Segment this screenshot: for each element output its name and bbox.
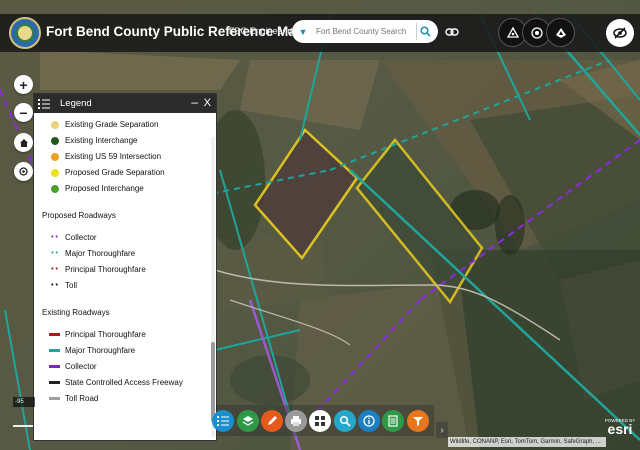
dash-symbol: • • [51, 250, 58, 257]
search-input[interactable] [316, 27, 416, 36]
legend-panel: Legend – X Existing Grade Separation Exi… [33, 93, 217, 441]
legend-item: • • Collector [49, 233, 97, 242]
zoom-out-icon: − [19, 104, 28, 121]
home-button[interactable] [14, 133, 33, 152]
search-icon [420, 26, 431, 37]
home-icon [19, 138, 28, 147]
layers-widget-button[interactable] [237, 410, 259, 432]
proposed-roadways-heading: Proposed Roadways [42, 211, 116, 220]
line-symbol [49, 365, 60, 368]
point-symbol [50, 184, 59, 193]
scrollbar-thumb[interactable] [211, 342, 215, 422]
dash-symbol: • • [51, 282, 58, 289]
edit-icon [268, 416, 277, 425]
legend-item: Existing Grade Separation [49, 120, 158, 129]
legend-item: Existing US 59 Intersection [49, 152, 161, 161]
zoom-in-button[interactable]: + [14, 75, 33, 94]
point-symbol [50, 168, 59, 177]
search-box: ▼ [292, 20, 438, 43]
locate-button[interactable] [14, 162, 33, 181]
line-symbol [49, 381, 60, 384]
info-widget-button[interactable] [358, 410, 380, 432]
scale-bar [13, 425, 33, 427]
county-seal-icon[interactable] [9, 17, 41, 49]
legend-item: Existing Interchange [49, 136, 138, 145]
legend-item: Proposed Interchange [49, 184, 144, 193]
close-button[interactable]: X [204, 97, 211, 109]
line-symbol [49, 397, 60, 400]
legend-item: • • Major Thoroughfare [49, 249, 135, 258]
app-header: Fort Bend County Public Reference Map FB… [0, 14, 640, 52]
visibility-off-icon[interactable] [606, 19, 634, 47]
dash-symbol: • • [51, 234, 58, 241]
legend-widget-button[interactable] [212, 410, 234, 432]
print-widget-button[interactable] [285, 410, 307, 432]
legend-title: Legend [60, 98, 92, 109]
dash-symbol: • • [51, 266, 58, 273]
legend-list-icon [38, 98, 50, 109]
legend-icon [217, 416, 229, 426]
line-symbol [49, 333, 60, 336]
existing-roadways-heading: Existing Roadways [42, 308, 110, 317]
basemap-gallery-icon [315, 416, 325, 426]
point-symbol [50, 120, 59, 129]
legend-item: Collector [49, 362, 97, 371]
point-symbol [50, 152, 59, 161]
search-source-dropdown[interactable]: ▼ [296, 25, 310, 39]
edit-widget-button[interactable] [261, 410, 283, 432]
print-icon [291, 416, 301, 426]
filter-widget-button[interactable] [407, 410, 429, 432]
map-attribution: Wildlife, CONANP, Esri, TomTom, Garmin, … [448, 437, 606, 447]
basemap-gallery-button[interactable] [309, 410, 331, 432]
search-icon [339, 415, 351, 427]
legend-header: Legend – X [34, 94, 216, 113]
point-symbol [50, 136, 59, 145]
table-icon [388, 415, 398, 427]
legend-item: Principal Thoroughfare [49, 330, 146, 339]
legend-item: Major Thoroughfare [49, 346, 135, 355]
legend-body[interactable]: Existing Grade Separation Existing Inter… [34, 113, 216, 440]
legend-scrollbar[interactable] [211, 137, 215, 437]
zoom-out-button[interactable]: − [14, 103, 33, 122]
info-icon [363, 415, 375, 427]
table-widget-button[interactable] [382, 410, 404, 432]
toolbar-next-button[interactable]: › [436, 422, 448, 438]
layers-icon [242, 416, 254, 426]
legend-item: • • Principal Thoroughfare [49, 265, 146, 274]
esri-logo[interactable]: POWERED BY esri [603, 418, 637, 448]
filter-icon [413, 417, 423, 426]
coordinate-readout: -95 [13, 397, 35, 407]
search-button[interactable] [416, 23, 434, 40]
layer-icon[interactable] [546, 18, 575, 47]
legend-item: Toll Road [49, 394, 98, 403]
legend-item: • • Toll [49, 281, 77, 290]
link-icon[interactable] [444, 24, 460, 40]
query-widget-button[interactable] [334, 410, 356, 432]
locate-icon [19, 167, 28, 176]
zoom-in-icon: + [19, 76, 28, 93]
line-symbol [49, 349, 60, 352]
legend-item: Proposed Grade Separation [49, 168, 165, 177]
legend-item: State Controlled Access Freeway [49, 378, 183, 387]
minimize-button[interactable]: – [191, 95, 198, 109]
